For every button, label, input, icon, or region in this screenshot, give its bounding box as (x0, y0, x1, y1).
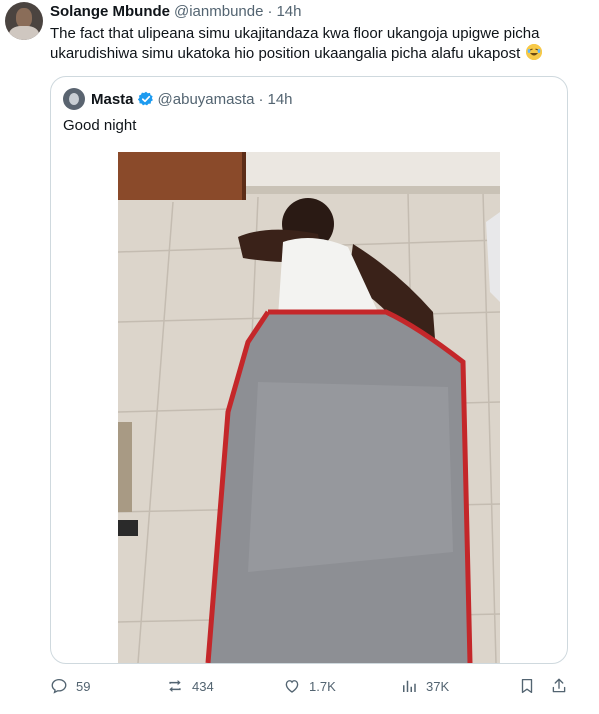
quoted-separator-dot: · (258, 90, 264, 108)
tweet-text-body: The fact that ulipeana simu ukajitandaza… (50, 25, 540, 62)
quoted-tweet-text: Good night (63, 117, 137, 134)
tweet-header: Solange Mbunde @ianmbunde · 14h (50, 1, 301, 21)
reply-count: 59 (76, 678, 91, 694)
avatar-body (9, 26, 39, 40)
like-count: 1.7K (309, 678, 336, 694)
quoted-tweet-photo[interactable] (118, 152, 500, 663)
quoted-tweet-header: Masta @abuyamasta · 14h (91, 89, 293, 109)
views-button[interactable]: 37K (400, 674, 449, 698)
quoted-author-handle[interactable]: @abuyamasta (158, 91, 255, 108)
author-name[interactable]: Solange Mbunde (50, 3, 170, 20)
quoted-tweet-time[interactable]: 14h (267, 91, 292, 108)
bookmark-icon (521, 678, 533, 694)
reply-icon (51, 678, 67, 694)
tweet[interactable]: Solange Mbunde @ianmbunde · 14h The fact… (0, 0, 599, 714)
quoted-author-avatar[interactable] (63, 88, 85, 110)
reply-button[interactable]: 59 (50, 674, 90, 698)
retweet-icon (169, 680, 181, 692)
separator-dot: · (267, 2, 273, 20)
tweet-actions: 59 434 1.7K 37K (50, 674, 580, 698)
share-button[interactable] (550, 674, 568, 698)
author-avatar[interactable] (5, 2, 43, 40)
quoted-tweet[interactable]: Masta @abuyamasta · 14h Good night (50, 76, 568, 664)
like-button[interactable]: 1.7K (283, 674, 336, 698)
share-icon (552, 678, 566, 693)
retweet-button[interactable]: 434 (166, 674, 214, 698)
tweet-text: The fact that ulipeana simu ukajitandaza… (50, 24, 590, 64)
author-handle[interactable]: @ianmbunde (174, 3, 263, 20)
heart-icon (285, 680, 299, 693)
retweet-count: 434 (192, 678, 214, 694)
verified-badge-icon (137, 91, 154, 107)
photo-scene (118, 152, 500, 663)
views-count: 37K (426, 678, 450, 694)
bookmark-button[interactable] (518, 674, 536, 698)
quoted-author-name[interactable]: Masta (91, 91, 134, 108)
avatar-face (16, 8, 32, 28)
views-chart-icon (403, 680, 416, 692)
laughing-emoji-icon (526, 44, 543, 60)
tweet-time[interactable]: 14h (276, 3, 301, 20)
